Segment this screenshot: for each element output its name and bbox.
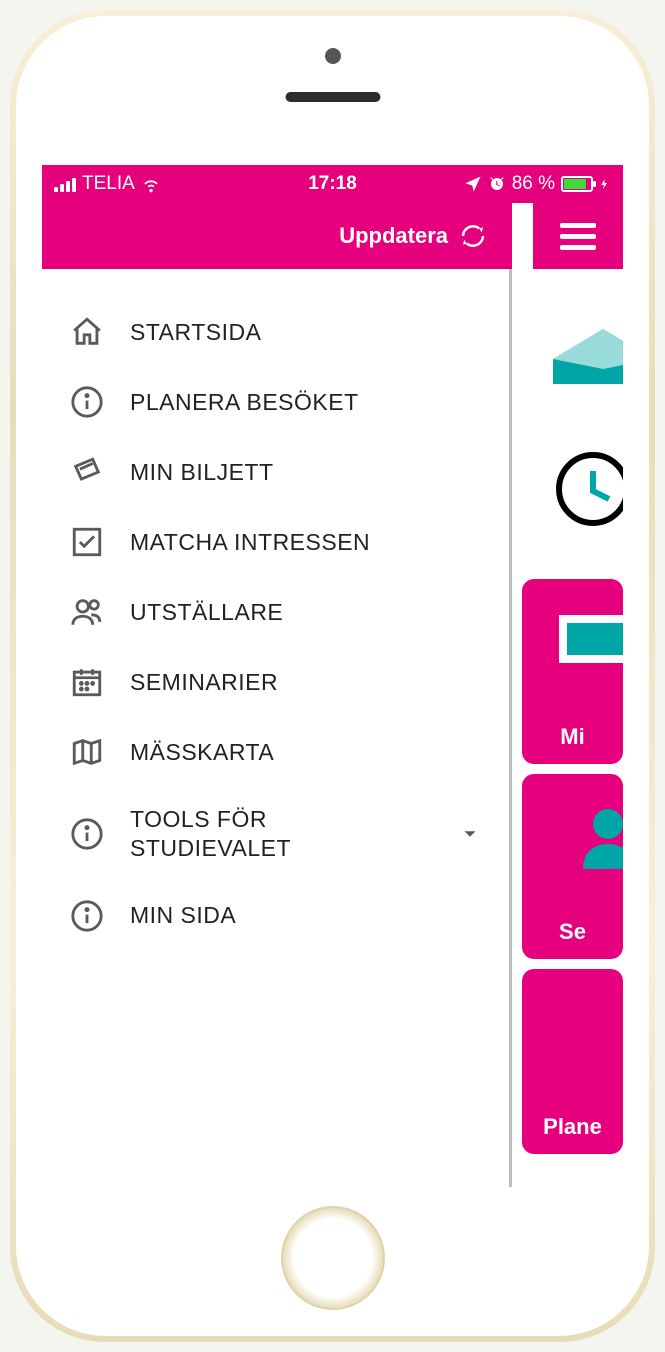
clock-icon xyxy=(553,449,623,529)
charging-icon xyxy=(599,175,611,193)
peek-tiles xyxy=(512,269,623,569)
battery-label: 86 % xyxy=(512,173,555,195)
nav-item-matcha[interactable]: MATCHA INTRESSEN xyxy=(42,507,509,577)
map-icon xyxy=(70,735,104,769)
checkbox-icon xyxy=(70,525,104,559)
nav-item-label: MÄSSKARTA xyxy=(130,738,481,767)
nav-item-biljett[interactable]: MIN BILJETT xyxy=(42,437,509,507)
phone-camera xyxy=(325,48,341,64)
nav-item-label: PLANERA BESÖKET xyxy=(130,388,481,417)
carrier-label: TELIA xyxy=(82,173,135,195)
nav-item-masskarta[interactable]: MÄSSKARTA xyxy=(42,717,509,787)
phone-frame: TELIA 17:18 86 % Uppdatera xyxy=(10,10,655,1342)
main-content-peek: Mi Se Plane xyxy=(512,269,623,1187)
info-icon xyxy=(70,899,104,933)
status-time: 17:18 xyxy=(308,173,357,195)
info-icon xyxy=(70,385,104,419)
nav-item-label: MIN SIDA xyxy=(130,901,481,930)
peek-card-label: Mi xyxy=(522,724,623,750)
building-icon xyxy=(543,309,623,389)
nav-item-utstallare[interactable]: UTSTÄLLARE xyxy=(42,577,509,647)
calendar-icon xyxy=(70,665,104,699)
update-label: Uppdatera xyxy=(339,223,448,249)
nav-item-label: TOOLS FÖR STUDIEVALET xyxy=(130,805,433,863)
nav-item-label: STARTSIDA xyxy=(130,318,481,347)
info-icon xyxy=(70,817,104,851)
refresh-icon[interactable] xyxy=(458,221,488,251)
status-bar: TELIA 17:18 86 % xyxy=(42,165,623,203)
status-bar-left: TELIA xyxy=(54,173,161,195)
signal-icon xyxy=(54,176,76,192)
phone-frame-inner: TELIA 17:18 86 % Uppdatera xyxy=(16,16,649,1336)
nav-item-planera[interactable]: PLANERA BESÖKET xyxy=(42,367,509,437)
phone-speaker xyxy=(285,92,380,102)
nav-item-startsida[interactable]: STARTSIDA xyxy=(42,297,509,367)
peek-card-3[interactable]: Plane xyxy=(522,969,623,1154)
peek-card-label: Se xyxy=(522,919,623,945)
drawer-header: Uppdatera xyxy=(42,203,512,269)
home-icon xyxy=(70,315,104,349)
status-bar-right: 86 % xyxy=(464,173,611,195)
person-icon xyxy=(553,799,623,879)
chevron-down-icon xyxy=(459,823,481,845)
ticket-icon xyxy=(70,455,104,489)
battery-icon xyxy=(561,176,593,192)
hamburger-icon xyxy=(560,223,596,250)
peek-card-label: Plane xyxy=(522,1114,623,1140)
alarm-icon xyxy=(488,175,506,193)
nav-drawer: STARTSIDA PLANERA BESÖKET MIN BILJETT MA… xyxy=(42,269,512,1187)
people-icon xyxy=(70,595,104,629)
wifi-icon xyxy=(141,174,161,194)
hamburger-button[interactable] xyxy=(533,203,623,269)
nav-item-minsida[interactable]: MIN SIDA xyxy=(42,881,509,951)
nav-item-label: MATCHA INTRESSEN xyxy=(130,528,481,557)
peek-card-1[interactable]: Mi xyxy=(522,579,623,764)
phone-bezel: TELIA 17:18 86 % Uppdatera xyxy=(20,20,645,1332)
nav-item-label: UTSTÄLLARE xyxy=(130,598,481,627)
peek-card-2[interactable]: Se xyxy=(522,774,623,959)
nav-item-label: MIN BILJETT xyxy=(130,458,481,487)
phone-home-button[interactable] xyxy=(281,1206,385,1310)
nav-item-seminarier[interactable]: SEMINARIER xyxy=(42,647,509,717)
ticket-icon xyxy=(553,604,623,684)
app-screen: TELIA 17:18 86 % Uppdatera xyxy=(42,165,623,1187)
nav-item-tools[interactable]: TOOLS FÖR STUDIEVALET xyxy=(42,787,509,881)
nav-item-label: SEMINARIER xyxy=(130,668,481,697)
location-icon xyxy=(464,175,482,193)
